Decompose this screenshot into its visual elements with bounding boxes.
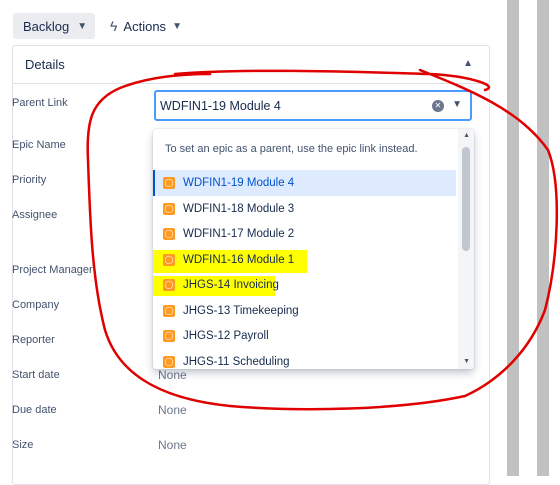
page-scrollbar[interactable]	[507, 0, 519, 476]
details-title: Details	[25, 57, 65, 72]
epic-icon: ◯	[163, 203, 175, 215]
option-label: JHGS-12 Payroll	[183, 330, 269, 342]
chevron-down-icon: ▼	[172, 20, 182, 32]
clear-icon[interactable]: ✕	[432, 100, 444, 112]
epic-name-label: Epic Name	[12, 139, 66, 151]
dropdown-scrollbar[interactable]: ▲ ▼	[458, 129, 474, 369]
option-item[interactable]: ◯ JHGS-14 Invoicing	[153, 272, 456, 298]
option-item[interactable]: ◯ JHGS-12 Payroll	[153, 323, 456, 349]
option-label: WDFIN1-16 Module 1	[183, 254, 295, 266]
backlog-label: Backlog	[23, 18, 70, 34]
dropdown-hint: To set an epic as a parent, use the epic…	[165, 143, 418, 155]
parent-link-dropdown: To set an epic as a parent, use the epic…	[153, 129, 474, 369]
backlog-status-button[interactable]: Backlog ▼	[13, 13, 95, 39]
company-label: Company	[12, 299, 60, 311]
option-item[interactable]: ◯ WDFIN1-18 Module 3	[153, 196, 456, 222]
scroll-up-icon[interactable]: ▲	[463, 132, 470, 139]
details-header[interactable]: Details ▲	[13, 46, 489, 84]
actions-button[interactable]: ϟ Actions ▼	[110, 13, 182, 39]
start-date-value[interactable]: None	[158, 368, 187, 382]
parent-link-select[interactable]: WDFIN1-19 Module 4 ✕ ▼	[154, 90, 472, 121]
size-label: Size	[12, 439, 34, 451]
project-manager-label: Project Manager	[12, 264, 93, 276]
option-label: WDFIN1-19 Module 4	[183, 177, 295, 189]
scroll-thumb[interactable]	[462, 147, 470, 251]
epic-icon: ◯	[163, 177, 175, 189]
option-label: JHGS-14 Invoicing	[183, 279, 279, 291]
option-label: JHGS-11 Scheduling	[183, 356, 290, 368]
option-item[interactable]: ◯ WDFIN1-17 Module 2	[153, 221, 456, 247]
scroll-down-icon[interactable]: ▼	[463, 358, 470, 365]
chevron-up-icon[interactable]: ▲	[463, 58, 473, 69]
reporter-label: Reporter	[12, 334, 55, 346]
epic-icon: ◯	[163, 254, 175, 266]
priority-label: Priority	[12, 174, 47, 186]
chevron-down-icon: ▼	[77, 20, 88, 32]
option-label: WDFIN1-18 Module 3	[183, 203, 295, 215]
actions-label: Actions	[123, 18, 167, 34]
due-date-label: Due date	[12, 404, 57, 416]
start-date-label: Start date	[12, 369, 60, 381]
option-item[interactable]: ◯ WDFIN1-19 Module 4	[153, 170, 456, 196]
chevron-down-icon[interactable]: ▼	[452, 99, 462, 110]
due-date-value[interactable]: None	[158, 403, 187, 417]
page-divider	[537, 0, 549, 476]
option-label: JHGS-13 Timekeeping	[183, 305, 299, 317]
parent-link-label: Parent Link	[12, 97, 68, 109]
option-item[interactable]: ◯ WDFIN1-16 Module 1	[153, 247, 456, 273]
assignee-label: Assignee	[12, 209, 58, 221]
epic-icon: ◯	[163, 279, 175, 291]
option-item[interactable]: ◯ JHGS-13 Timekeeping	[153, 298, 456, 324]
epic-icon: ◯	[163, 228, 175, 240]
epic-icon: ◯	[163, 330, 175, 342]
epic-icon: ◯	[163, 356, 175, 368]
issue-toolbar: Backlog ▼ ϟ Actions ▼	[0, 0, 500, 44]
option-item[interactable]: ◯ JHGS-11 Scheduling	[153, 349, 456, 369]
parent-link-value: WDFIN1-19 Module 4	[160, 98, 281, 113]
lightning-icon: ϟ	[110, 18, 118, 34]
option-label: WDFIN1-17 Module 2	[183, 228, 295, 240]
size-value[interactable]: None	[158, 438, 187, 452]
epic-icon: ◯	[163, 305, 175, 317]
